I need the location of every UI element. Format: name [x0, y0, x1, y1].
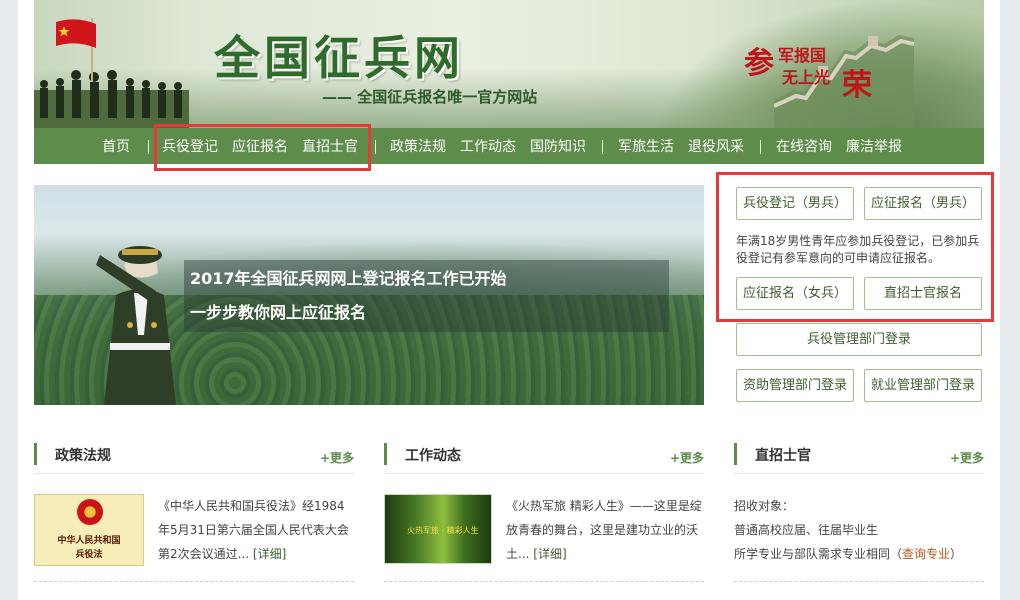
slogan-line2: 无上光: [782, 68, 831, 87]
policy-section-header: 政策法规 +更多: [34, 443, 354, 465]
nco-info-text: ）: [950, 547, 963, 561]
section-title: 政策法规: [55, 448, 111, 464]
divider: [734, 473, 984, 474]
national-flag-icon: [56, 19, 96, 48]
work-detail-link[interactable]: [详细]: [533, 547, 566, 561]
military-service-law-thumbnail[interactable]: 中华人民共和国 兵役法: [34, 494, 144, 566]
banner-subheadline[interactable]: 一步步教你网上应征报名: [190, 299, 366, 323]
nav-divider: [375, 140, 376, 154]
policy-more-link[interactable]: +更多: [320, 449, 354, 466]
divider: [734, 581, 984, 582]
nco-info-line: 普通高校应届、往届毕业生: [734, 523, 879, 537]
national-emblem-icon: [77, 499, 103, 525]
nco-info: 招收对象： 普通高校应届、往届毕业生 所学专业与部队需求专业相同（查询专业）: [734, 494, 984, 566]
section-title: 工作动态: [405, 448, 461, 464]
site-header: 全国征兵网 —— 全国征兵报名唯一官方网站 参 军报国 无上光 荣: [34, 0, 984, 128]
slogan-char: 荣: [842, 68, 872, 103]
page: 全国征兵网 —— 全国征兵报名唯一官方网站 参 军报国 无上光 荣 首页 兵役登…: [18, 0, 1000, 600]
nav-veterans[interactable]: 退役风采: [688, 128, 744, 164]
nav-integrity-report[interactable]: 廉洁举报: [846, 128, 902, 164]
slogan-line1: 军报国: [778, 46, 827, 65]
employment-admin-login-button[interactable]: 就业管理部门登录: [864, 369, 982, 402]
divider: [34, 473, 354, 474]
hero-banner[interactable]: 2017年全国征兵网网上登记报名工作已开始 一步步教你网上应征报名: [34, 185, 704, 405]
policy-summary: 《中华人民共和国兵役法》经1984年5月31日第六届全国人民代表大会第2次会议通…: [158, 494, 356, 566]
thumbnail-caption: 兵役法: [75, 550, 103, 560]
nav-military-life[interactable]: 军旅生活: [618, 128, 674, 164]
nco-section-header: 直招士官 +更多: [734, 443, 984, 465]
nav-defense-knowledge[interactable]: 国防知识: [530, 128, 586, 164]
work-section-header: 工作动态 +更多: [384, 443, 704, 465]
nav-divider: [760, 140, 761, 154]
nav-policy[interactable]: 政策法规: [390, 128, 446, 164]
divider: [34, 581, 354, 582]
highlight-box-nav: [154, 124, 371, 171]
query-major-link[interactable]: 查询专业: [902, 547, 950, 561]
divider: [384, 473, 704, 474]
nav-divider: [602, 140, 603, 154]
work-summary: 《火热军旅 精彩人生》——这里是绽放青春的舞台，这里是建功立业的沃土... [详…: [506, 494, 706, 566]
divider: [384, 581, 704, 582]
thumbnail-caption: 火热军旅 · 精彩人生: [407, 526, 479, 535]
admin-login-button[interactable]: 兵役管理部门登录: [736, 323, 982, 356]
slogan: 参 军报国 无上光 荣: [744, 38, 884, 103]
slogan-char: 参: [744, 46, 774, 81]
thumbnail-caption: 中华人民共和国: [57, 536, 121, 546]
site-subtitle: —— 全国征兵报名唯一官方网站: [322, 88, 538, 106]
nav-divider: [148, 140, 149, 154]
nav-home[interactable]: 首页: [102, 128, 130, 164]
nco-more-link[interactable]: +更多: [950, 449, 984, 466]
section-title: 直招士官: [755, 448, 811, 464]
nav-online-consult[interactable]: 在线咨询: [776, 128, 832, 164]
policy-detail-link[interactable]: [详细]: [253, 547, 286, 561]
nco-info-text: 所学专业与部队需求专业相同（: [734, 547, 903, 561]
aid-admin-login-button[interactable]: 资助管理部门登录: [736, 369, 854, 402]
banner-headline[interactable]: 2017年全国征兵网网上登记报名工作已开始: [190, 265, 507, 289]
nco-info-line: 招收对象：: [734, 499, 795, 513]
nco-info-line: 所学专业与部队需求专业相同（查询专业）: [734, 542, 984, 566]
work-more-link[interactable]: +更多: [670, 449, 704, 466]
work-news-thumbnail[interactable]: 火热军旅 · 精彩人生: [384, 494, 492, 564]
nav-work-news[interactable]: 工作动态: [460, 128, 516, 164]
saluting-soldier-image: [96, 246, 176, 405]
highlight-box-registration: [716, 172, 994, 322]
site-title: 全国征兵网: [214, 31, 464, 85]
